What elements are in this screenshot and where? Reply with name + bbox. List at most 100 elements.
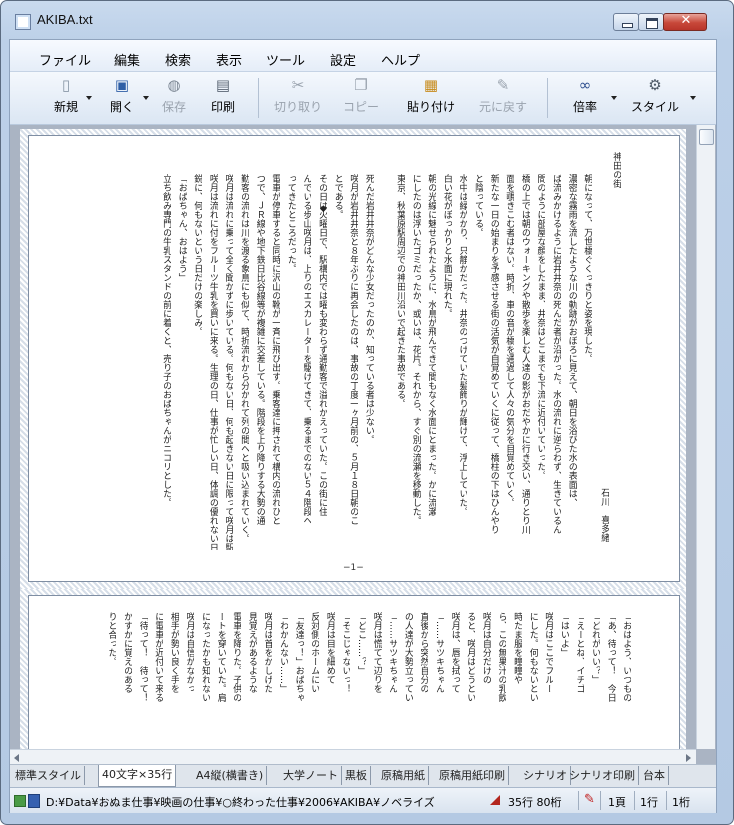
tab-blackboard[interactable]: 黒板 (342, 766, 371, 785)
text-line: 濃密な霧雨を流したような川の軌跡がおぼろに見えて、朝日を浴びた水の表面は、 (566, 174, 577, 507)
text-line: 直後から突然自分の (418, 612, 429, 693)
save-icon: ◍ (167, 76, 181, 94)
text-line: に電車が近付いて来る (153, 612, 164, 702)
print-button[interactable]: ▤ 印刷 (205, 76, 241, 120)
menu-bar: ファイル 編集 検索 表示 ツール 設定 ヘルプ (10, 40, 716, 72)
tab-scenario-print[interactable]: シナリオ印刷 (566, 766, 639, 785)
menu-tools[interactable]: ツール (266, 50, 305, 69)
page-1[interactable]: 神田の街 石川 喜多緒 −1− ◆ 朝になって、万世橋ぐくっきりと姿を現した。濃… (28, 135, 680, 582)
page-indicator: 1頁 (608, 796, 626, 809)
print-label: 印刷 (210, 100, 235, 114)
text-line: 「おばちゃん、おはよう」 (176, 174, 187, 282)
copy-label: コピー (342, 100, 379, 114)
text-line: 立ち飲み専門の牛乳スタンドの前に着くと、売り子のおばちゃんがニコリとした。 (161, 174, 172, 507)
new-dropdown-icon[interactable] (86, 96, 92, 100)
copy-icon: ❐ (354, 76, 368, 94)
undo-button[interactable]: ✎ 元に戻す (475, 76, 531, 120)
style-tabs: 標準スタイル 40文字×35行 A4縦(横書き) 大学ノート 黒板 原稿用紙 原… (10, 764, 716, 787)
open-button[interactable]: ▣ 開く (104, 76, 140, 120)
minimize-button[interactable] (613, 13, 639, 31)
maximize-icon (646, 18, 658, 29)
style-button[interactable]: ⚙ スタイル (625, 76, 685, 120)
save-label: 保存 (161, 100, 186, 114)
menu-edit[interactable]: 編集 (114, 50, 140, 69)
menu-view[interactable]: 表示 (216, 50, 242, 69)
text-line: 咲月は目を細めて (324, 612, 335, 684)
close-button[interactable]: ✕ (663, 13, 707, 31)
tab-standard-style[interactable]: 標準スタイル (12, 766, 85, 785)
copy-button[interactable]: ❐ コピー (339, 76, 383, 120)
paste-button[interactable]: ▦ 貼り付け (403, 76, 459, 120)
text-line: 「どれがいい？」 (590, 612, 601, 684)
scroll-thumb[interactable] (699, 129, 714, 145)
vertical-scrollbar[interactable] (696, 125, 715, 749)
text-line: 鋭に、何もないという日だけの楽しみ。 (192, 174, 203, 336)
new-button[interactable]: ▯ 新規 (48, 76, 84, 120)
text-line: 「……サツキちゃん (387, 612, 398, 693)
document-area[interactable]: 神田の街 石川 喜多緒 −1− ◆ 朝になって、万世橋ぐくっきりと姿を現した。濃… (10, 125, 716, 764)
page-number: −1− (343, 563, 364, 573)
text-line: 電車が停車すると同時に沢山の靴が一斉に飛び出す。乗客達に押されて構内の流れひと (270, 174, 281, 525)
cut-button[interactable]: ✂ 切り取り (270, 76, 326, 120)
cut-label: 切り取り (273, 100, 322, 114)
zoom-button[interactable]: ∞ 倍率 (565, 76, 605, 120)
horizontal-scrollbar[interactable] (10, 749, 696, 764)
page-title: 神田の街 (611, 152, 622, 188)
status-bar: D:¥Data¥おぬま仕事¥映画の仕事¥○終わった仕事¥2006¥AKIBA¥ノ… (10, 787, 716, 813)
text-line: 死んだ岩井井奈がどんな少女だったのか、知っている者は少ない。 (363, 174, 374, 444)
title-bar[interactable]: AKIBA.txt ✕ (1, 1, 733, 39)
text-line: 相手が勢い良く手を (168, 612, 179, 693)
style-label: スタイル (630, 100, 679, 114)
text-line: 水中は緑がかり、只静かだった。井奈のつけていた髪飾りが輝けて、浮上していた。 (457, 174, 468, 516)
menu-file[interactable]: ファイル (39, 50, 91, 69)
page-2[interactable]: 「おはよう、いつもの 「あ、待って！ 今日 「どれがいい？」 「えーとね、イチゴ 「はい… (28, 595, 680, 757)
status-separator (666, 791, 667, 810)
text-line: その日は火曜日で、駅構内では曜も変わらず通勤客で溢れかえっていた。この街に住 (317, 174, 328, 516)
save-button[interactable]: ◍ 保存 (156, 76, 192, 120)
text-line: 「えーとね、イチゴ (574, 612, 585, 693)
tab-script[interactable]: 台本 (640, 766, 669, 785)
maximize-button[interactable] (638, 13, 664, 31)
style-dropdown-icon[interactable] (690, 96, 696, 100)
menu-settings[interactable]: 設定 (330, 50, 356, 69)
text-line: 反対側のホームにい (309, 612, 320, 693)
tab-scenario[interactable]: シナリオ (520, 766, 571, 785)
text-line: 「そこじゃないっ！ (340, 612, 351, 693)
menu-help[interactable]: ヘルプ (381, 50, 420, 69)
text-line: 咲月は、唇を拭って (449, 612, 460, 693)
tab-40x35[interactable]: 40文字×35行 (98, 765, 177, 787)
text-line: ートを穿いていた。肩 (215, 612, 226, 702)
text-line: になったかも知れない (200, 612, 211, 702)
text-line: ると、咲月はどうとい (465, 612, 476, 702)
zoom-label: 倍率 (572, 100, 597, 114)
scroll-left-icon[interactable] (14, 754, 19, 762)
text-line: 新たな一日の始まりを予感させる街の活気が自覚めていくに従って、橋柱の下はひんやり (488, 174, 499, 534)
column-indicator: 1桁 (672, 796, 690, 809)
text-line: ってきたところだった。 (285, 174, 296, 273)
paste-label: 貼り付け (406, 100, 455, 114)
cut-icon: ✂ (291, 76, 305, 94)
print-icon: ▤ (215, 76, 231, 94)
pen-icon: ✎ (584, 792, 595, 807)
window-title: AKIBA.txt (37, 12, 93, 27)
tab-manuscript-print[interactable]: 原稿用紙印刷 (436, 766, 509, 785)
menu-search[interactable]: 検索 (165, 50, 191, 69)
toolbar-separator (258, 78, 259, 118)
text-line: 咲月は自分だけの (480, 612, 491, 684)
text-line: 「あ、待って！ 今日 (605, 612, 616, 702)
text-line: ら、この無果汁の乳飲 (496, 612, 507, 702)
text-line: 電車を降りた。子供の (231, 612, 242, 702)
encoding-icon (490, 795, 500, 805)
scroll-right-icon[interactable] (686, 754, 691, 762)
text-line: 咲月は慌てて辺りを (371, 612, 382, 693)
style-icon: ⚙ (648, 76, 662, 94)
zoom-dropdown-icon[interactable] (611, 96, 617, 100)
open-dropdown-icon[interactable] (143, 96, 149, 100)
undo-label: 元に戻す (478, 100, 527, 114)
text-line: の人達が大勢立ってい (402, 612, 413, 702)
tab-notebook[interactable]: 大学ノート (280, 766, 342, 785)
toolbar-separator (547, 78, 548, 118)
text-line: 咲月は流れに乗って全く聞かずに歩いている。何もない日、何も起きない日に限って咲月… (223, 174, 234, 550)
tab-a4-portrait[interactable]: A4縦(横書き) (193, 766, 268, 785)
tab-manuscript[interactable]: 原稿用紙 (378, 766, 429, 785)
